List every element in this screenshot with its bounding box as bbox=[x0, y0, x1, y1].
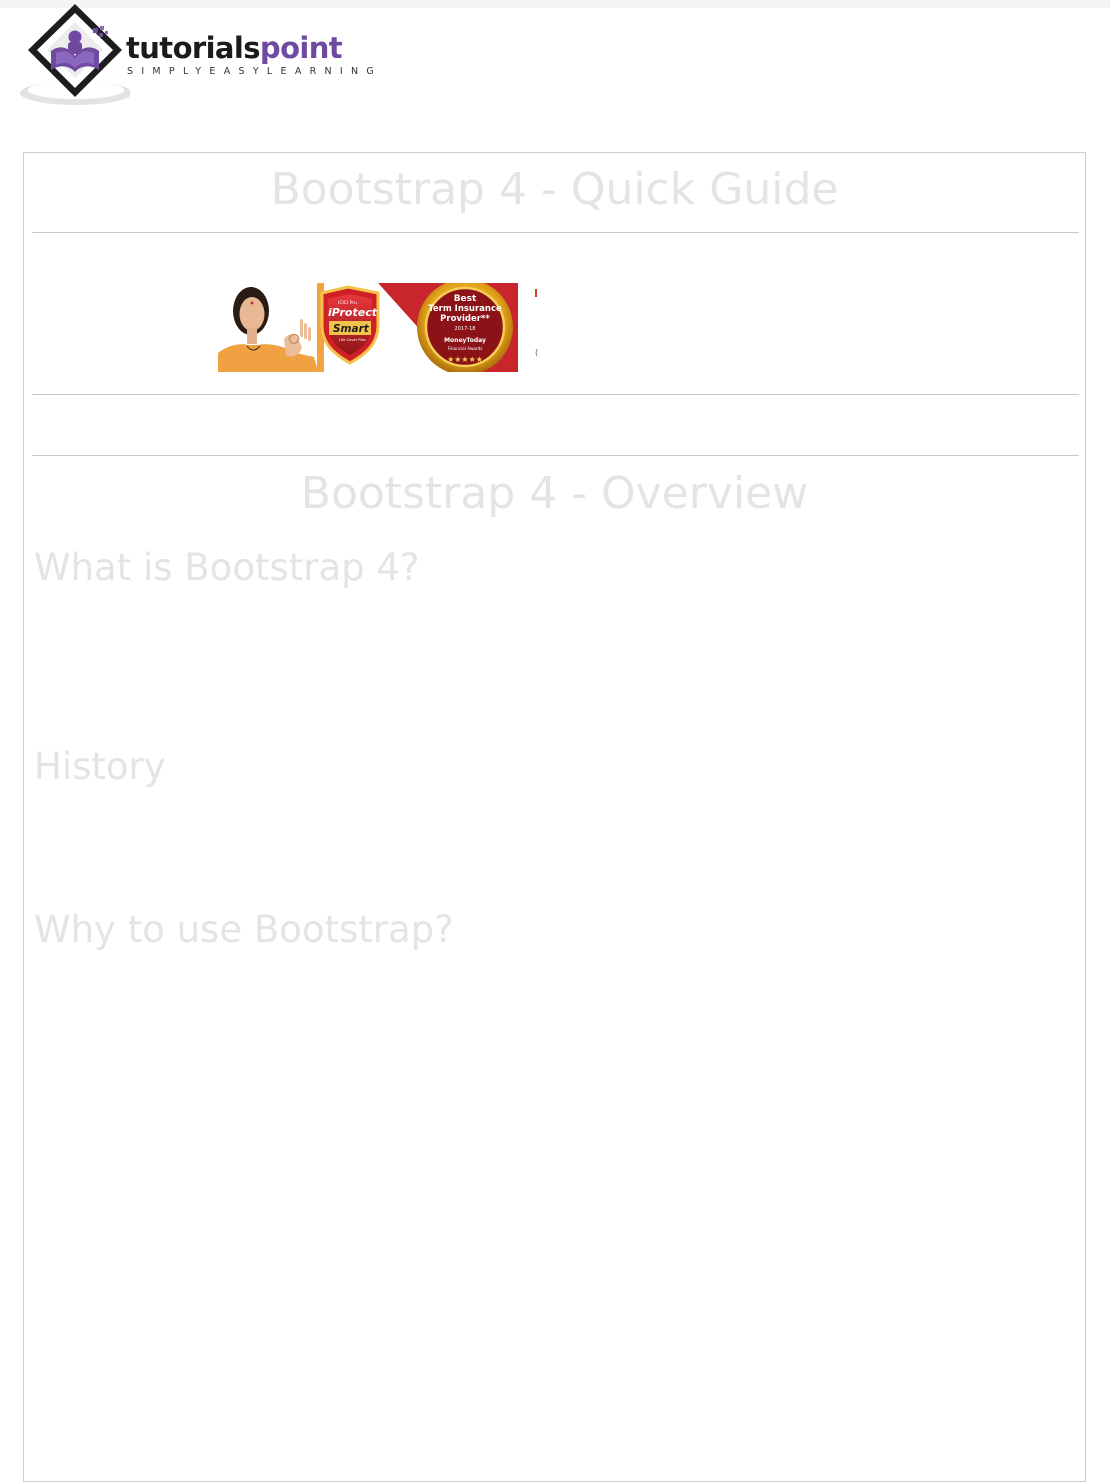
logo-tagline: SIMPLYEASYLEARNING bbox=[127, 66, 383, 77]
badge2-stars: ★★★★★ bbox=[447, 355, 483, 364]
ad-side-marker-bottom: ( bbox=[535, 348, 539, 357]
divider bbox=[32, 232, 1079, 233]
logo-word-part1: tutorials bbox=[126, 31, 261, 65]
subheading-what-is: What is Bootstrap 4? bbox=[34, 546, 420, 589]
content-frame: Bootstrap 4 - Quick Guide ICICI Pru iPro… bbox=[23, 152, 1086, 1482]
subheading-why-use: Why to use Bootstrap? bbox=[34, 908, 454, 951]
ad-banner-graphic: ICICI Pru iProtect Smart Life Cover Plan… bbox=[218, 283, 518, 372]
site-logo[interactable]: tutorialspoint SIMPLYEASYLEARNING bbox=[20, 4, 380, 108]
badge1-line2: iProtect bbox=[328, 306, 378, 319]
badge1-line4: Life Cover Plan bbox=[339, 338, 366, 342]
badge2-line2: Term Insurance bbox=[428, 304, 502, 314]
badge2-line1: Best bbox=[454, 294, 477, 304]
badge1-line3: Smart bbox=[333, 323, 370, 335]
subheading-history: History bbox=[34, 745, 166, 788]
badge2-line4: 2017-18 bbox=[455, 326, 476, 332]
section-title: Bootstrap 4 - Overview bbox=[300, 468, 809, 519]
logo-word-part2: point bbox=[259, 31, 343, 65]
badge2-line3: Provider** bbox=[440, 314, 490, 324]
divider bbox=[32, 394, 1079, 395]
logo-wordmark: tutorialspoint bbox=[126, 31, 343, 65]
badge2-line5: MoneyToday bbox=[444, 337, 486, 344]
logo-emblem-icon bbox=[20, 4, 130, 105]
divider bbox=[32, 455, 1079, 456]
ad-side-marker-top bbox=[535, 289, 537, 297]
page-title: Bootstrap 4 - Quick Guide bbox=[270, 164, 839, 215]
badge2-line6: Financial Awards bbox=[448, 346, 483, 351]
ad-banner[interactable]: ICICI Pru iProtect Smart Life Cover Plan… bbox=[218, 283, 518, 372]
